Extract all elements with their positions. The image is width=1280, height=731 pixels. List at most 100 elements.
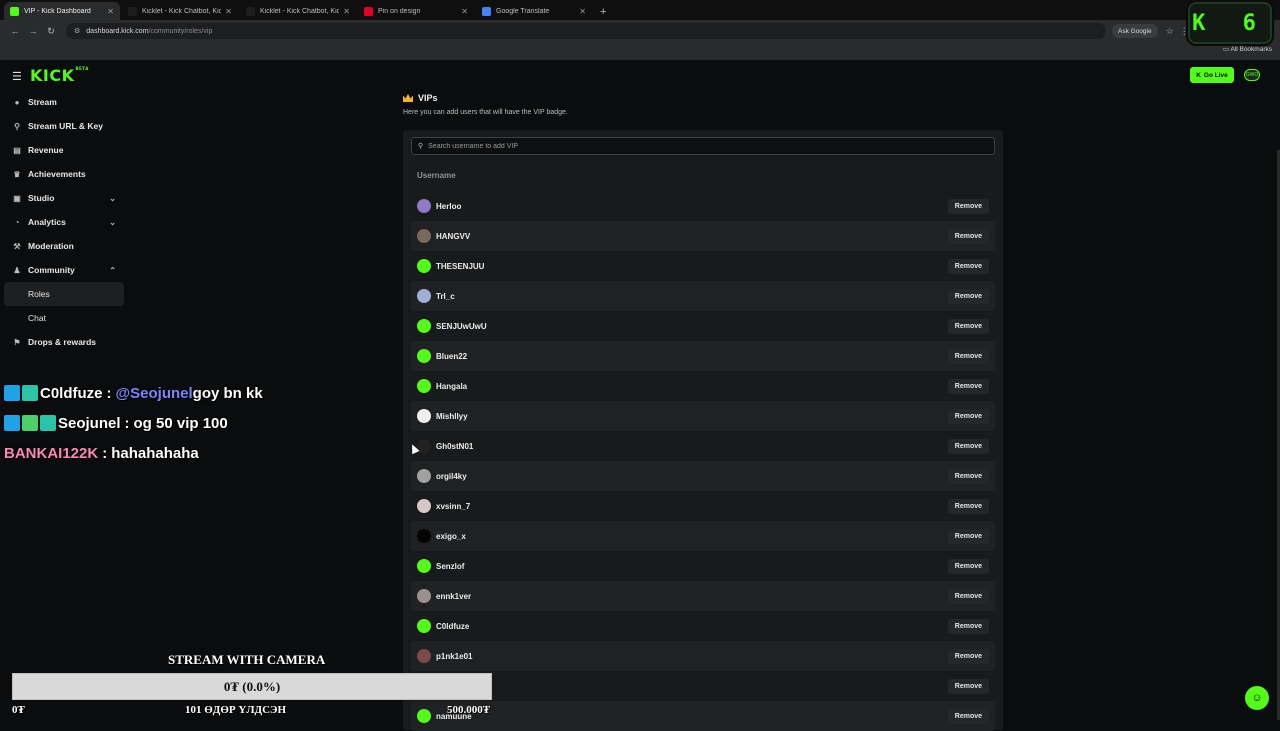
table-row: THESENJUU Remove [411, 251, 995, 281]
column-header-username: Username [417, 171, 456, 180]
vip-username: ennk1ver [436, 591, 472, 601]
tab-close-icon[interactable]: ✕ [579, 7, 586, 16]
sidebar-item-chat[interactable]: Chat [4, 306, 124, 330]
chat-badge-icon [40, 415, 56, 431]
sidebar-item-community[interactable]: ♟ Community ⌃ [4, 258, 124, 282]
tab-close-icon[interactable]: ✕ [225, 7, 232, 16]
remove-button[interactable]: Remove [947, 468, 989, 484]
remove-button[interactable]: Remove [947, 348, 989, 364]
chat-separator: : [106, 384, 112, 402]
remove-button[interactable]: Remove [947, 708, 989, 724]
browser-tab[interactable]: Google Translate ✕ [476, 2, 592, 20]
avatar [417, 709, 431, 723]
browser-tab[interactable]: VIP - Kick Dashboard ✕ [4, 2, 120, 20]
remove-button[interactable]: Remove [947, 378, 989, 394]
stream-chat-overlay: C0ldfuze: @Seojunel goy bn kk Seojunel: og… [4, 378, 263, 468]
remove-button[interactable]: Remove [947, 198, 989, 214]
kick-logo[interactable]: KICKBETA [30, 66, 89, 85]
back-icon[interactable]: ← [6, 26, 24, 36]
remove-button[interactable]: Remove [947, 408, 989, 424]
chat-username: BANKAI122K [4, 444, 99, 462]
user-avatar[interactable]: GWO [1244, 69, 1260, 81]
browser-tab[interactable]: Pin on design ✕ [358, 2, 474, 20]
vip-username: Herloo [436, 201, 462, 211]
sidebar-item-label: Community [28, 265, 75, 275]
remove-button[interactable]: Remove [947, 648, 989, 664]
chevron-icon[interactable]: ⌃ [109, 266, 116, 275]
remove-button[interactable]: Remove [947, 618, 989, 634]
tab-title: Kicklet - Kick Chatbot, Kick Wid... [260, 7, 340, 15]
remove-button[interactable]: Remove [947, 558, 989, 574]
sidebar-item-revenue[interactable]: ▤ Revenue [4, 138, 124, 162]
menu-icon[interactable]: ☰ [12, 70, 22, 83]
all-bookmarks-button[interactable]: ▭ All Bookmarks [1223, 45, 1272, 53]
sidebar-item-moderation[interactable]: ⚒ Moderation [4, 234, 124, 258]
go-live-button[interactable]: K Go Live [1190, 67, 1234, 83]
vip-username: xvsinn_7 [436, 501, 471, 511]
sidebar-icon: ▣ [13, 193, 21, 203]
table-row: Trl_c Remove [411, 281, 995, 311]
table-row: ennk1ver Remove [411, 581, 995, 611]
forward-icon[interactable]: → [24, 26, 42, 36]
remove-button[interactable]: Remove [947, 498, 989, 514]
tab-favicon-icon [364, 6, 373, 16]
new-tab-button[interactable]: + [594, 6, 612, 20]
sidebar-item-studio[interactable]: ▣ Studio ⌄ [4, 186, 124, 210]
page-title-text: VIPs [418, 93, 438, 103]
browser-tab[interactable]: Kicklet - Kick Chatbot, Kick Wid...✕ [240, 2, 356, 20]
chat-badge-icon [4, 385, 20, 401]
bookmarks-bar: ▭ All Bookmarks [0, 42, 1280, 60]
sidebar-item-stream-url-key[interactable]: ⚲ Stream URL & Key [4, 114, 124, 138]
address-bar[interactable]: ⚙ dashboard.kick.com/community/roles/vip [66, 23, 1106, 39]
vip-username: SENJUwUwU [436, 321, 487, 331]
tab-title: Kicklet - Kick Chatbot, Kick Wid... [142, 7, 222, 15]
sidebar-icon: ◔ [14, 217, 20, 227]
search-input[interactable] [428, 142, 969, 150]
remove-button[interactable]: Remove [947, 528, 989, 544]
table-row: Herloo Remove [411, 191, 995, 221]
browser-toolbar: ← → ↻ ⚙ dashboard.kick.com/community/rol… [0, 20, 1280, 42]
sidebar-item-stream[interactable]: ● Stream [4, 90, 124, 114]
ask-google-button[interactable]: Ask Google [1112, 24, 1158, 38]
help-chat-icon[interactable]: ☺ [1245, 686, 1269, 710]
site-info-icon[interactable]: ⚙ [74, 27, 80, 35]
bookmark-star-icon[interactable]: ☆ [1166, 26, 1174, 37]
chevron-icon[interactable]: ⌄ [109, 218, 116, 227]
page-header: VIPs Here you can add users that will ha… [403, 93, 568, 116]
kick-k-icon: K [1196, 71, 1201, 79]
remove-button[interactable]: Remove [947, 288, 989, 304]
chevron-icon[interactable]: ⌄ [109, 194, 116, 203]
table-row: Gh0stN01 Remove [411, 431, 995, 461]
stream-counter-text: K 6 [1192, 10, 1268, 36]
page-description: Here you can add users that will have th… [403, 109, 568, 116]
vip-panel: ⚲ Username HerlooRemoveHANGVVRemoveTHESE… [403, 130, 1003, 731]
table-row: SENJUwUwU Remove [411, 311, 995, 341]
chat-message: BANKAI122K: hahahahaha [4, 438, 263, 468]
remove-button[interactable]: Remove [947, 228, 989, 244]
remove-button[interactable]: Remove [947, 588, 989, 604]
sidebar-item-drops-rewards[interactable]: ⚑ Drops & rewards [4, 330, 124, 354]
sidebar-item-label: Roles [28, 289, 50, 299]
vip-list: Herloo Remove HANGVV Remove THESENJUU Remove T… [411, 191, 995, 731]
chat-username: Seojunel [58, 414, 121, 432]
vip-search[interactable]: ⚲ [411, 137, 995, 155]
remove-button[interactable]: Remove [947, 678, 989, 694]
browser-tab[interactable]: Kicklet - Kick Chatbot, Kick Wid...✕ [122, 2, 238, 20]
sidebar-item-roles[interactable]: Roles [4, 282, 124, 306]
remove-button[interactable]: Remove [947, 258, 989, 274]
tab-close-icon[interactable]: ✕ [343, 7, 350, 16]
vip-username: THESENJUU [436, 261, 485, 271]
sidebar-item-achievements[interactable]: ♛ Achievements [4, 162, 124, 186]
tab-close-icon[interactable]: ✕ [461, 7, 468, 16]
remove-button[interactable]: Remove [947, 438, 989, 454]
tab-title: VIP - Kick Dashboard [24, 7, 91, 15]
goal-days-left: 101 ӨДӨР ҮЛДСЭН [185, 704, 287, 716]
table-row: p1nk1e01 Remove [411, 641, 995, 671]
sidebar-item-analytics[interactable]: ◔ Analytics ⌄ [4, 210, 124, 234]
avatar [417, 499, 431, 513]
reload-icon[interactable]: ↻ [42, 26, 60, 37]
avatar [417, 199, 431, 213]
remove-button[interactable]: Remove [947, 318, 989, 334]
tab-close-icon[interactable]: ✕ [107, 7, 114, 16]
table-row: namuune Remove [411, 701, 995, 731]
